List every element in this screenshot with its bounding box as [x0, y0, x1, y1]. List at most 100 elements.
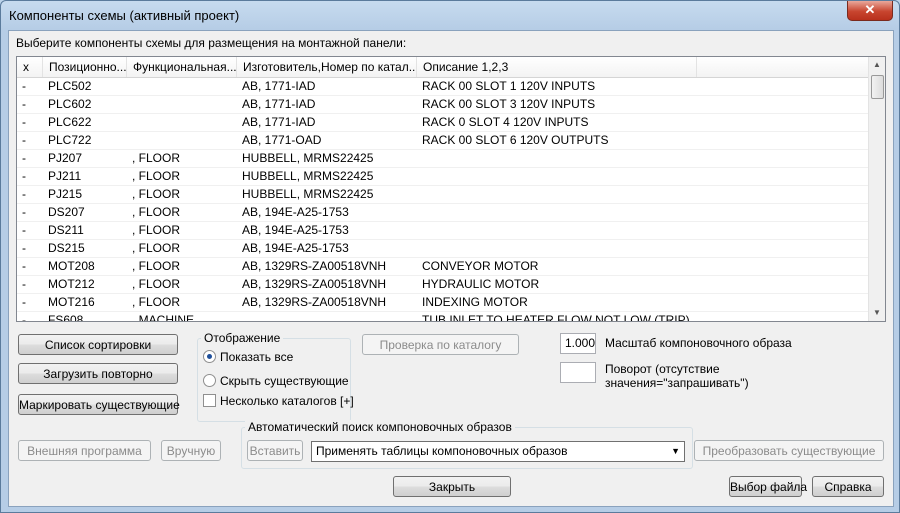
table-row[interactable]: - MOT216 , FLOOR AB, 1329RS-ZA00518VNH INDEX…: [17, 294, 869, 312]
manual-button[interactable]: Вручную: [161, 440, 221, 461]
table-row[interactable]: - PJ207 , FLOOR HUBBELL, MRMS22425: [17, 150, 869, 168]
table-row[interactable]: - DS207 , FLOOR AB, 194E-A25-1753: [17, 204, 869, 222]
table-row[interactable]: - PJ211 , FLOOR HUBBELL, MRMS22425: [17, 168, 869, 186]
cell-x: -: [22, 187, 26, 201]
radio-icon: [203, 374, 216, 387]
external-program-button[interactable]: Внешняя программа: [18, 440, 151, 461]
scale-label: Масштаб компоновочного образа: [605, 336, 792, 350]
rotation-label-line1: Поворот (отсутствие: [605, 362, 720, 376]
cell-manufacturer: HUBBELL, MRMS22425: [242, 169, 374, 183]
cell-x: -: [22, 79, 26, 93]
radio-selected-icon: [203, 350, 216, 363]
show-all-radio[interactable]: Показать все: [203, 350, 293, 364]
cell-function: , FLOOR: [132, 295, 181, 309]
cell-manufacturer: AB, 194E-A25-1753: [242, 223, 349, 237]
column-header-manufacturer[interactable]: Изготовитель,Номер по катал...: [237, 57, 417, 77]
cell-tag: DS215: [48, 241, 85, 255]
cell-function: , FLOOR: [132, 187, 181, 201]
cell-tag: PJ207: [48, 151, 83, 165]
table-row[interactable]: - PLC602 AB, 1771-IAD RACK 00 SLOT 3 120V I…: [17, 96, 869, 114]
cell-function: , FLOOR: [132, 169, 181, 183]
cell-function: , MACHINE: [132, 313, 195, 322]
cell-x: -: [22, 313, 26, 322]
scale-input[interactable]: 1.000: [560, 333, 596, 354]
vertical-scrollbar[interactable]: ▲ ▼: [868, 57, 885, 321]
cell-description: [417, 168, 717, 185]
scroll-thumb[interactable]: [871, 75, 884, 99]
cell-manufacturer: AB, 194E-A25-1753: [242, 241, 349, 255]
cell-manufacturer: AB, 1771-IAD: [242, 115, 316, 129]
checkbox-icon: [203, 394, 216, 407]
close-button[interactable]: Закрыть: [393, 476, 511, 497]
table-row[interactable]: - PLC622 AB, 1771-IAD RACK 0 SLOT 4 120V IN…: [17, 114, 869, 132]
table-row[interactable]: - MOT212 , FLOOR AB, 1329RS-ZA00518VNH HYDRA…: [17, 276, 869, 294]
cell-description: RACK 00 SLOT 6 120V OUTPUTS: [422, 133, 609, 147]
cell-description: RACK 00 SLOT 3 120V INPUTS: [422, 97, 596, 111]
column-header-tag[interactable]: Позиционно...: [43, 57, 127, 77]
cell-description: [417, 240, 717, 257]
cell-x: -: [22, 133, 26, 147]
insert-button[interactable]: Вставить: [247, 440, 303, 461]
cell-function: , FLOOR: [132, 151, 181, 165]
layout-table-select-value: Применять таблицы компоновочных образов: [316, 444, 568, 458]
cell-tag: PJ215: [48, 187, 83, 201]
hide-existing-label: Скрыть существующие: [220, 374, 349, 388]
cell-x: -: [22, 241, 26, 255]
cell-manufacturer: [237, 312, 417, 321]
cell-manufacturer: AB, 1771-IAD: [242, 97, 316, 111]
close-window-button[interactable]: ✕: [847, 1, 893, 21]
table-row[interactable]: - DS215 , FLOOR AB, 194E-A25-1753: [17, 240, 869, 258]
multiple-catalogs-checkbox[interactable]: Несколько каталогов [+]: [203, 394, 354, 408]
cell-manufacturer: HUBBELL, MRMS22425: [242, 187, 374, 201]
cell-tag: PLC502: [48, 79, 92, 93]
cell-function: [127, 114, 237, 131]
cell-function: , FLOOR: [132, 223, 181, 237]
table-row[interactable]: - PJ215 , FLOOR HUBBELL, MRMS22425: [17, 186, 869, 204]
cell-manufacturer: AB, 1329RS-ZA00518VNH: [242, 295, 387, 309]
chevron-down-icon: ▼: [671, 446, 680, 456]
cell-description: RACK 0 SLOT 4 120V INPUTS: [422, 115, 589, 129]
cell-manufacturer: HUBBELL, MRMS22425: [242, 151, 374, 165]
select-file-button[interactable]: Выбор файла: [729, 476, 807, 497]
cell-description: [417, 204, 717, 221]
rotation-label-line2: значения="запрашивать"): [605, 376, 749, 390]
table-body: - PLC502 AB, 1771-IAD RACK 00 SLOT 1 120V I…: [17, 78, 869, 322]
table-row[interactable]: - PLC722 AB, 1771-OAD RACK 00 SLOT 6 120V O…: [17, 132, 869, 150]
cell-function: [127, 96, 237, 113]
scroll-down-icon[interactable]: ▼: [869, 305, 885, 321]
dialog-window: Компоненты схемы (активный проект) ✕ Выб…: [0, 0, 900, 513]
column-header-description[interactable]: Описание 1,2,3: [417, 57, 697, 77]
table-row[interactable]: - MOT208 , FLOOR AB, 1329RS-ZA00518VNH CONVE…: [17, 258, 869, 276]
cell-tag: PJ211: [48, 169, 82, 183]
table-row[interactable]: - FS608 , MACHINE TUB INLET TO HEATER FLOW …: [17, 312, 869, 322]
table-header: x Позиционно... Функциональная... Изгото…: [17, 57, 869, 78]
cell-function: , FLOOR: [132, 259, 181, 273]
cell-tag: PLC622: [48, 115, 92, 129]
cell-function: [127, 78, 237, 95]
catalog-check-button[interactable]: Проверка по каталогу: [362, 334, 519, 355]
table-row[interactable]: - DS211 , FLOOR AB, 194E-A25-1753: [17, 222, 869, 240]
cell-function: , FLOOR: [132, 241, 181, 255]
mark-existing-button[interactable]: Маркировать существующие: [18, 394, 180, 415]
hide-existing-radio[interactable]: Скрыть существующие: [203, 374, 349, 388]
layout-table-select[interactable]: Применять таблицы компоновочных образов …: [311, 441, 685, 462]
sort-list-button[interactable]: Список сортировки: [18, 334, 178, 355]
cell-description: TUB INLET TO HEATER FLOW NOT LOW (TRIP): [422, 313, 690, 322]
table-row[interactable]: - PLC502 AB, 1771-IAD RACK 00 SLOT 1 120V I…: [17, 78, 869, 96]
scroll-up-icon[interactable]: ▲: [869, 57, 885, 73]
rotation-input[interactable]: [560, 362, 596, 383]
column-header-x[interactable]: x: [17, 57, 43, 77]
cell-manufacturer: AB, 1771-IAD: [242, 79, 316, 93]
display-group-label: Отображение: [201, 331, 284, 345]
help-button[interactable]: Справка: [812, 476, 884, 497]
cell-x: -: [22, 205, 26, 219]
cell-x: -: [22, 295, 26, 309]
reload-button[interactable]: Загрузить повторно: [18, 363, 178, 384]
cell-description: CONVEYOR MOTOR: [422, 259, 539, 273]
cell-function: , FLOOR: [132, 277, 181, 291]
column-header-function[interactable]: Функциональная...: [127, 57, 237, 77]
components-table[interactable]: x Позиционно... Функциональная... Изгото…: [16, 56, 886, 322]
cell-manufacturer: AB, 1771-OAD: [242, 133, 322, 147]
cell-tag: FS608: [48, 313, 84, 322]
convert-existing-button[interactable]: Преобразовать существующие: [694, 440, 884, 461]
